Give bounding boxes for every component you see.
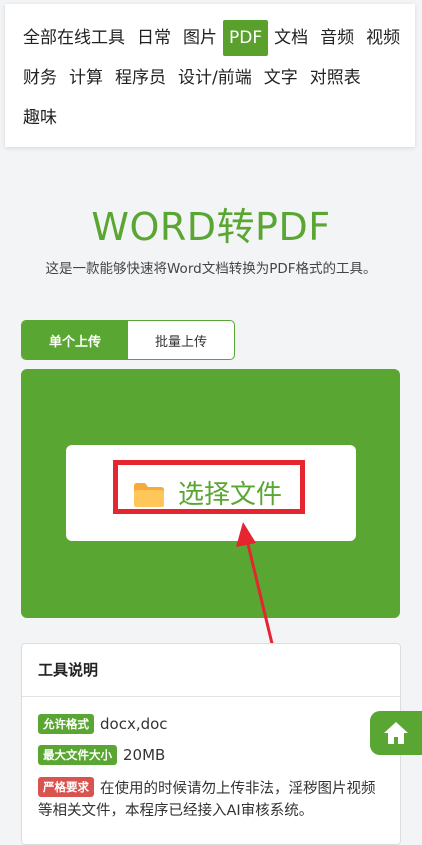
format-badge: 允许格式 <box>38 714 94 734</box>
nav-item-calculate[interactable]: 计算 <box>63 60 109 96</box>
choose-file-button[interactable]: 选择文件 <box>66 445 356 541</box>
nav-item-pdf[interactable]: PDF <box>223 20 269 56</box>
nav-item-text[interactable]: 文字 <box>258 60 304 96</box>
nav-item-document[interactable]: 文档 <box>268 20 314 56</box>
format-value: docx,doc <box>100 715 168 733</box>
nav-item-programmer[interactable]: 程序员 <box>109 60 172 96</box>
home-icon <box>384 722 408 744</box>
nav-item-fun[interactable]: 趣味 <box>17 100 63 136</box>
tab-batch-upload[interactable]: 批量上传 <box>128 321 234 359</box>
nav-item-all-tools[interactable]: 全部在线工具 <box>17 20 131 56</box>
nav-item-daily[interactable]: 日常 <box>131 20 177 56</box>
page-title: WORD转PDF <box>91 205 331 249</box>
nav-item-design-frontend[interactable]: 设计/前端 <box>172 60 258 96</box>
max-size-row: 最大文件大小 20MB <box>38 745 165 765</box>
nav-item-reference-tables[interactable]: 对照表 <box>304 60 367 96</box>
tool-info-heading: 工具说明 <box>22 644 400 697</box>
annotation-highlight-box <box>113 460 305 514</box>
upload-panel[interactable]: 选择文件 <box>21 369 400 618</box>
notice-row: 严格要求 在使用的时候请勿上传非法，淫秽图片视频等相关文件，本程序已经接入AI审核… <box>38 777 384 822</box>
page-subtitle: 这是一款能够快速将Word文档转换为PDF格式的工具。 <box>45 261 377 277</box>
category-nav: 全部在线工具 日常 图片 PDF 文档 音频 视频 财务 计算 程序员 设计/前… <box>17 20 412 136</box>
category-nav-card: 全部在线工具 日常 图片 PDF 文档 音频 视频 财务 计算 程序员 设计/前… <box>5 4 415 147</box>
nav-item-video[interactable]: 视频 <box>360 20 406 56</box>
nav-item-finance[interactable]: 财务 <box>17 60 63 96</box>
home-button[interactable] <box>370 711 422 755</box>
max-size-value: 20MB <box>123 746 166 764</box>
nav-item-audio[interactable]: 音频 <box>314 20 360 56</box>
notice-badge: 严格要求 <box>38 777 94 797</box>
max-size-badge: 最大文件大小 <box>38 745 117 765</box>
tab-single-upload[interactable]: 单个上传 <box>22 321 128 359</box>
nav-item-image[interactable]: 图片 <box>177 20 223 56</box>
upload-mode-tabs: 单个上传 批量上传 <box>21 320 235 360</box>
tool-info-card: 工具说明 允许格式 docx,doc 最大文件大小 20MB 严格要求 在使用的时… <box>21 643 401 845</box>
format-row: 允许格式 docx,doc <box>38 714 168 734</box>
